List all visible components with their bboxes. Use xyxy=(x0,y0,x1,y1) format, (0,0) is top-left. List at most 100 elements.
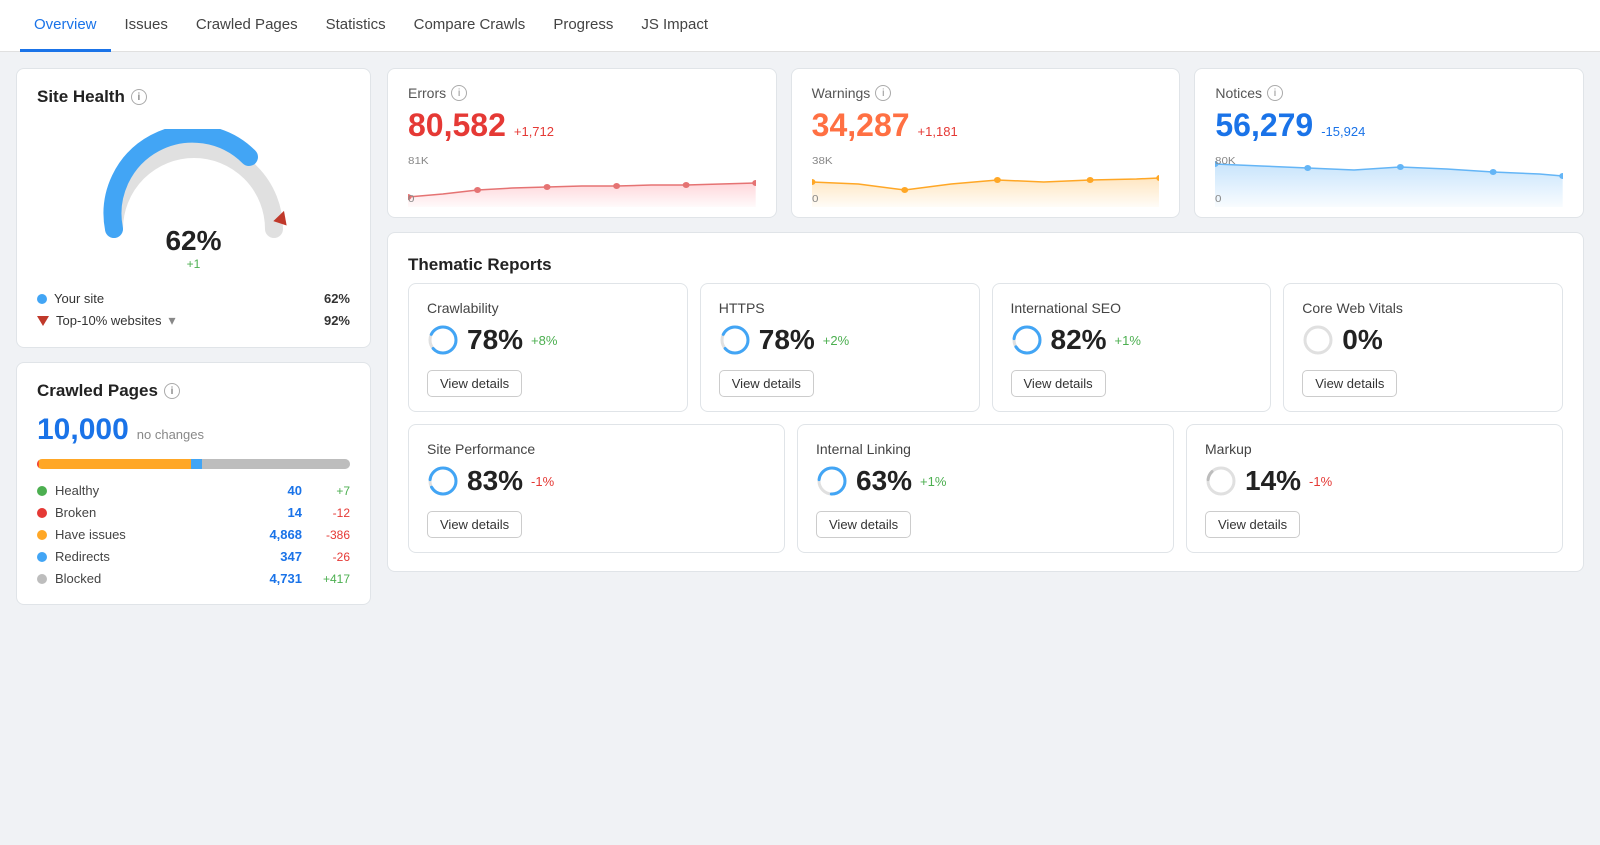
legend-top10: Top-10% websites ▾ 92% xyxy=(37,312,350,329)
healthy-change: +7 xyxy=(310,484,350,498)
intl-seo-name: International SEO xyxy=(1011,300,1253,316)
reports-grid-bottom: Site Performance 83% -1% View details In… xyxy=(408,424,1563,553)
errors-delta: +1,712 xyxy=(514,124,554,139)
crawled-progress-bar xyxy=(37,459,350,469)
intl-seo-delta: +1% xyxy=(1115,333,1141,348)
notices-chart: 80K 0 xyxy=(1215,152,1563,207)
nav-progress[interactable]: Progress xyxy=(539,0,627,52)
crawlability-delta: +8% xyxy=(531,333,557,348)
top10-label: Top-10% websites xyxy=(56,313,162,328)
svg-text:0: 0 xyxy=(812,194,818,205)
gauge-svg xyxy=(94,129,294,239)
notices-label: Notices i xyxy=(1215,85,1563,101)
blocked-dot xyxy=(37,574,47,584)
gauge-delta: +1 xyxy=(165,257,221,271)
your-site-dot xyxy=(37,294,47,304)
stat-redirects: Redirects 347 -26 xyxy=(37,549,350,564)
site-health-legend: Your site 62% Top-10% websites ▾ 92% xyxy=(37,291,350,329)
markup-icon xyxy=(1205,465,1237,497)
crawled-count: 10,000 xyxy=(37,413,129,447)
int-link-delta: +1% xyxy=(920,474,946,489)
site-perf-delta: -1% xyxy=(531,474,554,489)
healthy-value: 40 xyxy=(262,483,302,498)
navigation: Overview Issues Crawled Pages Statistics… xyxy=(0,0,1600,52)
svg-text:0: 0 xyxy=(408,194,414,205)
broken-label: Broken xyxy=(55,505,254,520)
nav-issues[interactable]: Issues xyxy=(111,0,182,52)
broken-dot xyxy=(37,508,47,518)
crawled-pages-title: Crawled Pages i xyxy=(37,381,350,401)
svg-text:38K: 38K xyxy=(812,156,833,167)
redirects-label: Redirects xyxy=(55,549,254,564)
site-health-label: Site Health xyxy=(37,87,125,107)
https-view-details[interactable]: View details xyxy=(719,370,814,397)
main-layout: Site Health i 62% +1 xyxy=(0,52,1600,845)
crawlability-view-details[interactable]: View details xyxy=(427,370,522,397)
markup-score: 14% xyxy=(1245,465,1301,497)
markup-view-details[interactable]: View details xyxy=(1205,511,1300,538)
https-score: 78% xyxy=(759,324,815,356)
issues-change: -386 xyxy=(310,528,350,542)
broken-value: 14 xyxy=(262,505,302,520)
report-crawlability: Crawlability 78% +8% View details xyxy=(408,283,688,412)
warnings-info-icon[interactable]: i xyxy=(875,85,891,101)
gauge-center: 62% +1 xyxy=(165,225,221,271)
crawled-count-row: 10,000 no changes xyxy=(37,413,350,447)
errors-chart: 81K 0 xyxy=(408,152,756,207)
gauge-container: 62% +1 xyxy=(37,119,350,277)
redirects-dot xyxy=(37,552,47,562)
top10-arrow[interactable]: ▾ xyxy=(169,312,176,329)
cwv-icon xyxy=(1302,324,1334,356)
report-https: HTTPS 78% +2% View details xyxy=(700,283,980,412)
blocked-value: 4,731 xyxy=(262,571,302,586)
metrics-row: Errors i 80,582 +1,712 xyxy=(387,68,1584,218)
site-health-title: Site Health i xyxy=(37,87,350,107)
notices-delta: -15,924 xyxy=(1321,124,1365,139)
nav-js-impact[interactable]: JS Impact xyxy=(627,0,722,52)
report-intl-seo: International SEO 82% +1% View details xyxy=(992,283,1272,412)
intl-seo-view-details[interactable]: View details xyxy=(1011,370,1106,397)
int-link-icon xyxy=(816,465,848,497)
stat-blocked: Blocked 4,731 +417 xyxy=(37,571,350,586)
crawled-pages-card: Crawled Pages i 10,000 no changes Health… xyxy=(16,362,371,605)
site-perf-name: Site Performance xyxy=(427,441,766,457)
crawlability-name: Crawlability xyxy=(427,300,669,316)
site-health-card: Site Health i 62% +1 xyxy=(16,68,371,348)
crawled-stat-rows: Healthy 40 +7 Broken 14 -12 Have issues … xyxy=(37,483,350,586)
issues-dot xyxy=(37,530,47,540)
issues-value: 4,868 xyxy=(262,527,302,542)
https-name: HTTPS xyxy=(719,300,961,316)
crawled-pages-info-icon[interactable]: i xyxy=(164,383,180,399)
pb-issues xyxy=(39,459,191,469)
healthy-label: Healthy xyxy=(55,483,254,498)
warnings-metric-card: Warnings i 34,287 +1,181 xyxy=(791,68,1181,218)
warnings-value: 34,287 xyxy=(812,107,910,144)
site-perf-view-details[interactable]: View details xyxy=(427,511,522,538)
cwv-view-details[interactable]: View details xyxy=(1302,370,1397,397)
markup-delta: -1% xyxy=(1309,474,1332,489)
report-core-web-vitals: Core Web Vitals 0% View details xyxy=(1283,283,1563,412)
cwv-name: Core Web Vitals xyxy=(1302,300,1544,316)
legend-your-site: Your site 62% xyxy=(37,291,350,306)
errors-value: 80,582 xyxy=(408,107,506,144)
nav-statistics[interactable]: Statistics xyxy=(312,0,400,52)
healthy-dot xyxy=(37,486,47,496)
errors-info-icon[interactable]: i xyxy=(451,85,467,101)
notices-metric-card: Notices i 56,279 -15,924 xyxy=(1194,68,1584,218)
notices-info-icon[interactable]: i xyxy=(1267,85,1283,101)
left-column: Site Health i 62% +1 xyxy=(16,68,371,829)
broken-change: -12 xyxy=(310,506,350,520)
nav-overview[interactable]: Overview xyxy=(20,0,111,52)
https-delta: +2% xyxy=(823,333,849,348)
intl-seo-icon xyxy=(1011,324,1043,356)
reports-grid-top: Crawlability 78% +8% View details HTTPS xyxy=(408,283,1563,412)
nav-crawled-pages[interactable]: Crawled Pages xyxy=(182,0,312,52)
report-internal-linking: Internal Linking 63% +1% View details xyxy=(797,424,1174,553)
markup-name: Markup xyxy=(1205,441,1544,457)
crawlability-icon xyxy=(427,324,459,356)
nav-compare-crawls[interactable]: Compare Crawls xyxy=(400,0,540,52)
site-health-info-icon[interactable]: i xyxy=(131,89,147,105)
int-link-view-details[interactable]: View details xyxy=(816,511,911,538)
stat-broken: Broken 14 -12 xyxy=(37,505,350,520)
gauge-percent: 62% xyxy=(165,225,221,257)
